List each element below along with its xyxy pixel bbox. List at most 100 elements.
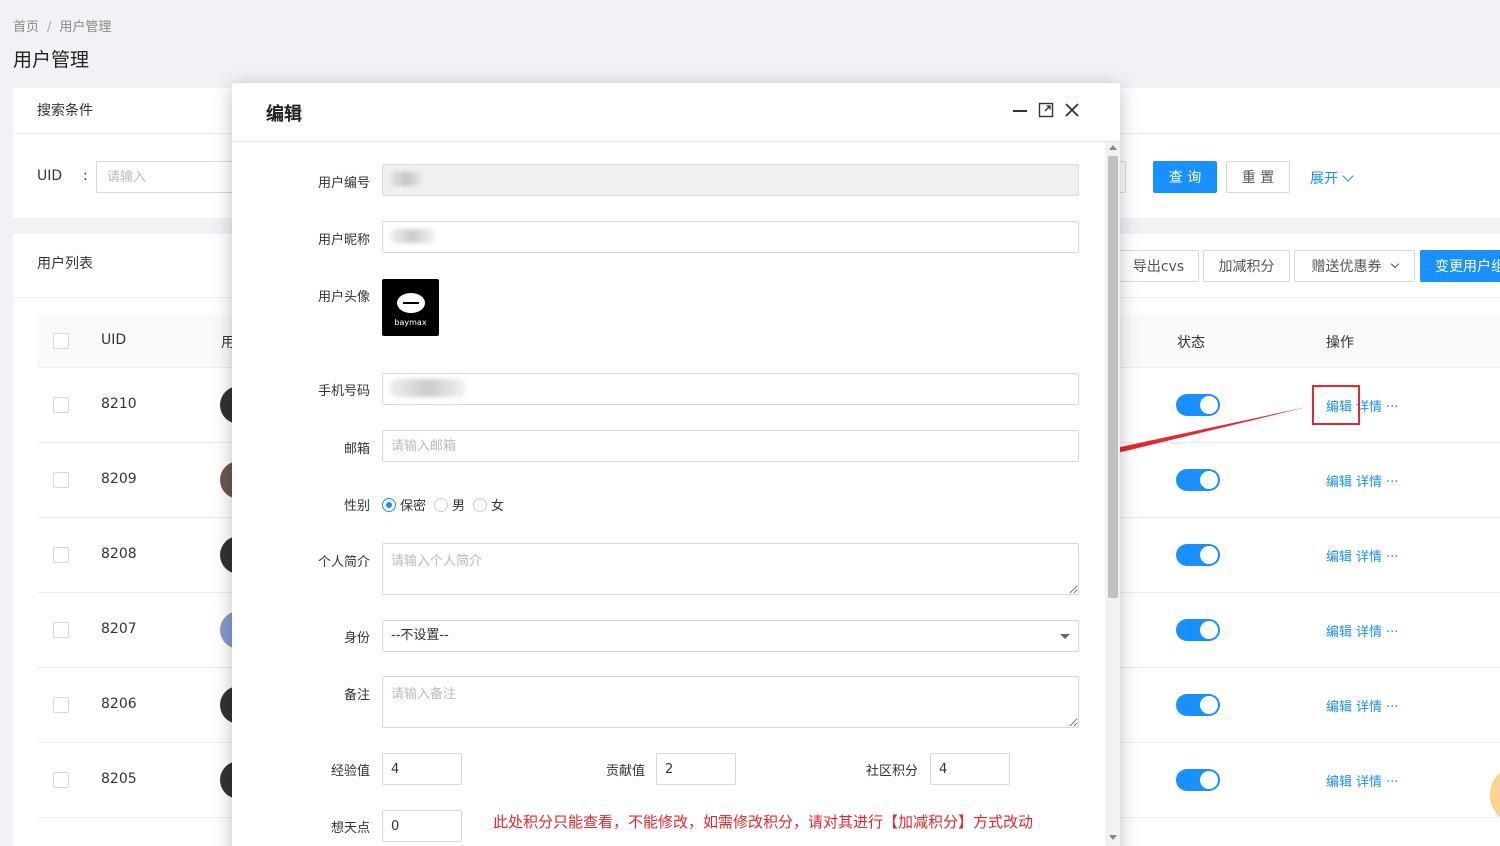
change-user-group-button[interactable]: 变更用户组 <box>1420 250 1500 282</box>
reset-button[interactable]: 重 置 <box>1226 161 1290 193</box>
exp-field[interactable] <box>382 753 462 785</box>
row-checkbox[interactable] <box>53 697 69 713</box>
breadcrumb: 首页 / 用户管理 <box>13 16 111 35</box>
row-uid: 8207 <box>101 621 137 637</box>
remark-label: 备注 <box>343 688 370 703</box>
expand-link[interactable]: 展开 <box>1310 168 1354 188</box>
user-id-field <box>382 164 1079 196</box>
user-id-label: 用户编号 <box>317 176 370 191</box>
email-field[interactable] <box>382 430 1079 462</box>
avatar-label: 用户头像 <box>317 290 370 305</box>
gift-coupon-label: 赠送优惠券 <box>1311 259 1382 275</box>
status-toggle[interactable] <box>1176 544 1220 566</box>
breadcrumb-home[interactable]: 首页 <box>13 20 39 35</box>
nickname-field[interactable] <box>382 221 1079 253</box>
phone-label: 手机号码 <box>317 384 370 399</box>
row-checkbox[interactable] <box>53 397 69 413</box>
avatar-logo-text: baymax <box>394 318 427 327</box>
detail-link[interactable]: 详情 <box>1356 475 1382 490</box>
gender-option-female[interactable]: 女 <box>473 495 504 514</box>
scrollbar-thumb[interactable] <box>1108 156 1118 598</box>
row-checkbox[interactable] <box>53 622 69 638</box>
status-toggle[interactable] <box>1176 694 1220 716</box>
minimize-icon[interactable] <box>1011 101 1029 119</box>
gender-label: 性别 <box>343 499 370 514</box>
row-uid: 8205 <box>101 771 137 787</box>
community-points-field[interactable] <box>930 753 1010 785</box>
radio-icon[interactable] <box>473 497 488 512</box>
column-header-uid[interactable]: UID <box>101 332 126 348</box>
detail-link[interactable]: 详情 <box>1356 625 1382 640</box>
status-toggle[interactable] <box>1176 619 1220 641</box>
identity-select-value: --不设置-- <box>391 628 449 643</box>
edit-link[interactable]: 编辑 <box>1326 775 1352 790</box>
gender-option-secret[interactable]: 保密 <box>382 495 426 514</box>
detail-link[interactable]: 详情 <box>1356 775 1382 790</box>
chevron-down-icon <box>1390 259 1399 269</box>
gender-option-label: 男 <box>452 499 466 514</box>
edit-link[interactable]: 编辑 <box>1326 625 1352 640</box>
close-icon[interactable] <box>1063 101 1081 119</box>
more-actions-icon[interactable]: ··· <box>1386 550 1398 565</box>
row-actions: 编辑 详情 ··· <box>1326 471 1402 490</box>
expand-label: 展开 <box>1310 171 1338 187</box>
row-actions: 编辑 详情 ··· <box>1326 621 1402 640</box>
column-header-status: 状态 <box>1177 335 1205 351</box>
status-toggle[interactable] <box>1176 769 1220 791</box>
wish-points-label: 想天点 <box>330 821 370 836</box>
export-cvs-button[interactable]: 导出cvs <box>1118 250 1199 282</box>
adjust-points-button[interactable]: 加减积分 <box>1203 250 1290 282</box>
row-checkbox[interactable] <box>53 547 69 563</box>
row-checkbox[interactable] <box>53 472 69 488</box>
gift-coupon-button[interactable]: 赠送优惠券 <box>1294 250 1415 282</box>
edit-link[interactable]: 编辑 <box>1326 475 1352 490</box>
gender-option-label: 女 <box>491 499 505 514</box>
edit-link[interactable]: 编辑 <box>1326 550 1352 565</box>
uid-colon: : <box>83 168 88 184</box>
scroll-down-arrow[interactable] <box>1109 835 1117 840</box>
avatar-upload-image[interactable]: baymax <box>382 279 439 336</box>
more-actions-icon[interactable]: ··· <box>1386 700 1398 715</box>
bio-label: 个人简介 <box>317 555 370 570</box>
modal-divider <box>232 141 1120 142</box>
more-actions-icon[interactable]: ··· <box>1386 625 1398 640</box>
edit-link[interactable]: 编辑 <box>1326 700 1352 715</box>
identity-select[interactable]: --不设置-- <box>382 620 1079 652</box>
more-actions-icon[interactable]: ··· <box>1386 400 1398 415</box>
redacted-user-id <box>390 172 422 186</box>
row-uid: 8210 <box>101 396 137 412</box>
row-actions: 编辑 详情 ··· <box>1326 771 1402 790</box>
row-uid: 8206 <box>101 696 137 712</box>
row-checkbox[interactable] <box>53 772 69 788</box>
chevron-down-icon <box>1342 170 1354 182</box>
column-header-actions: 操作 <box>1326 335 1354 351</box>
more-actions-icon[interactable]: ··· <box>1386 775 1398 790</box>
more-actions-icon[interactable]: ··· <box>1386 475 1398 490</box>
radio-icon[interactable] <box>434 497 449 512</box>
gender-radio-group: 保密 男 女 <box>382 495 512 514</box>
nickname-label: 用户昵称 <box>317 233 370 248</box>
modal-scrollbar[interactable] <box>1105 142 1120 846</box>
contribution-field[interactable] <box>656 753 736 785</box>
breadcrumb-separator: / <box>47 20 52 35</box>
query-button[interactable]: 查 询 <box>1153 161 1217 193</box>
row-actions: 编辑 详情 ··· <box>1326 696 1402 715</box>
select-all-checkbox[interactable] <box>53 333 69 349</box>
detail-link[interactable]: 详情 <box>1356 700 1382 715</box>
baymax-logo-icon <box>397 293 425 313</box>
uid-label: UID <box>37 168 63 184</box>
bio-textarea[interactable] <box>382 543 1079 595</box>
maximize-icon[interactable] <box>1037 101 1055 119</box>
wish-points-field[interactable] <box>382 810 462 842</box>
scroll-up-arrow[interactable] <box>1109 145 1117 150</box>
row-actions: 编辑 详情 ··· <box>1326 546 1402 565</box>
remark-textarea[interactable] <box>382 676 1079 728</box>
breadcrumb-current: 用户管理 <box>59 20 112 35</box>
radio-checked-icon[interactable] <box>382 497 396 512</box>
gender-option-male[interactable]: 男 <box>434 495 465 514</box>
exp-label: 经验值 <box>330 764 370 779</box>
detail-link[interactable]: 详情 <box>1356 550 1382 565</box>
phone-field[interactable] <box>382 373 1079 405</box>
community-points-label: 社区积分 <box>865 764 918 779</box>
redacted-nickname <box>390 229 435 243</box>
